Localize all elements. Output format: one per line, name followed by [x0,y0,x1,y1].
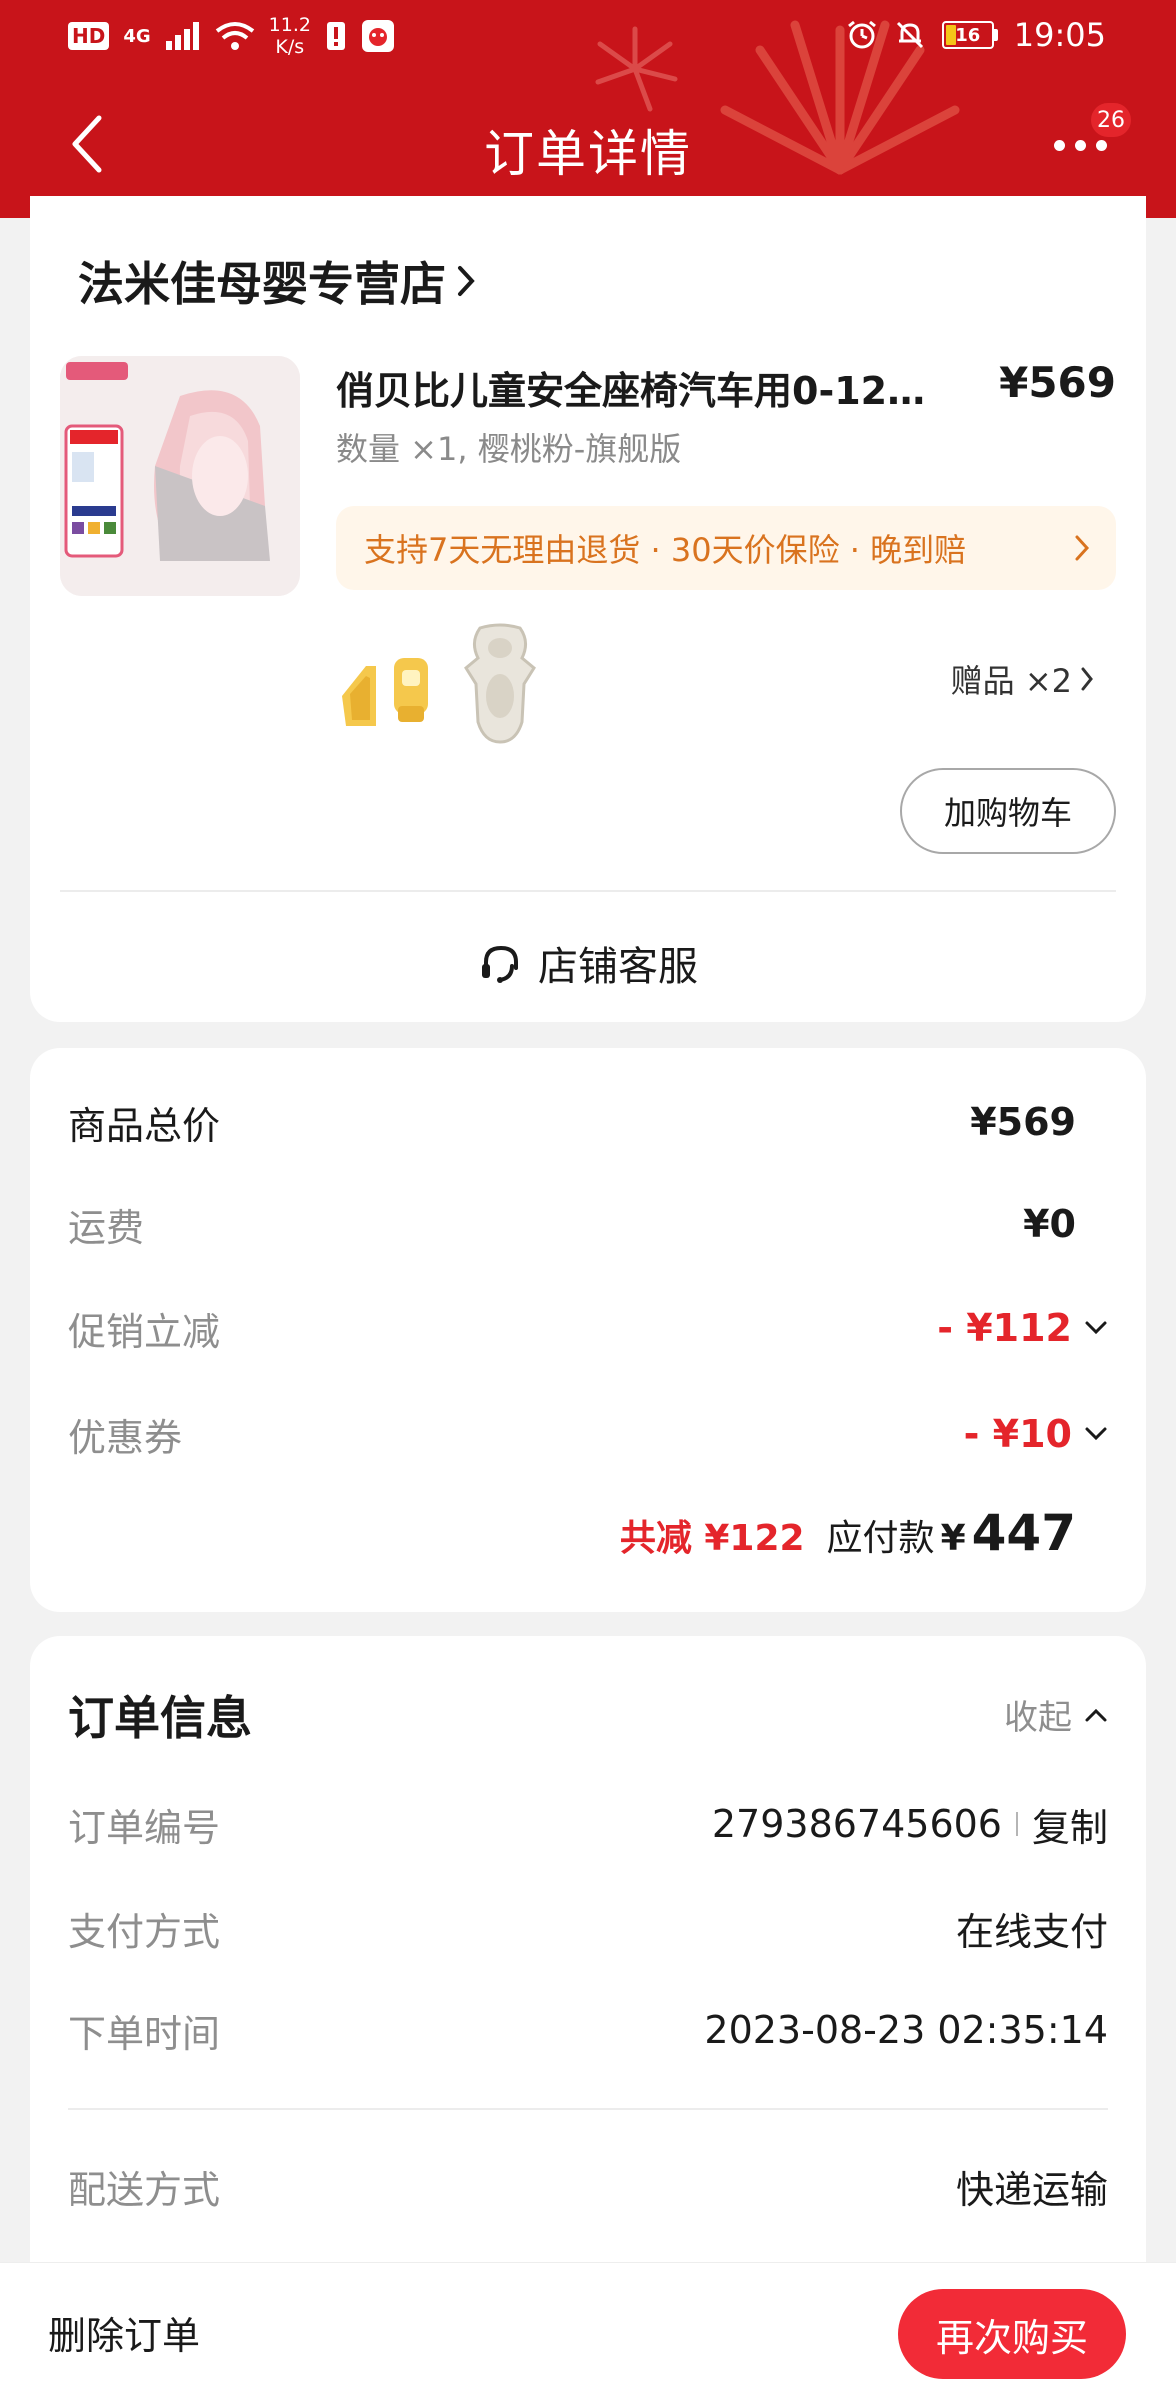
price-row-value: ¥569 [970,1100,1076,1144]
chevron-up-icon [1085,1708,1107,1721]
order-row-value: 在线支付 [955,1909,1108,1954]
price-row-label: 运费 [68,1205,145,1250]
signal-icon [165,22,199,50]
shop-card: 法米佳母婴专营店 俏贝比儿童安全座椅汽车用0-12… ¥569 数量 ×1, 樱… [30,196,1146,1022]
chevron-right-icon [1081,667,1093,691]
price-row-shipping: 运费 ¥0 [68,1194,1108,1254]
shop-name-link[interactable]: 法米佳母婴专营店 [78,248,476,314]
price-row-coupon[interactable]: 优惠券 - ¥10 [68,1404,1108,1464]
copy-order-number-button[interactable]: 复制 [1032,1797,1108,1852]
more-dot-icon [1053,139,1065,151]
divider [68,2108,1108,2110]
network-label: 4G [123,25,151,47]
price-row-label: 优惠券 [68,1415,183,1460]
speed-value: 11.2 [268,14,311,36]
gift-item-image[interactable] [336,636,440,736]
shop-service-label: 店铺客服 [538,944,698,990]
app-notification-icon [361,20,394,52]
collapse-label: 收起 [1004,1698,1072,1738]
navigation-bar: 订单详情 26 [0,86,1176,206]
divider [60,890,1116,892]
price-row-label: 商品总价 [68,1103,221,1148]
chevron-right-icon [458,266,475,296]
order-info-title: 订单信息 [68,1691,252,1745]
order-number: 279386745606 [711,1802,1002,1846]
clock: 19:05 [1013,16,1106,54]
shipping-value: ¥0 [1023,1202,1076,1246]
total-line: 共减 ¥122 应付款 ¥ 447 [620,1504,1076,1562]
speed-unit: K/s [275,36,305,58]
order-info-card: 订单信息 收起 订单编号 279386745606 复制 支付方式 在线支付 下… [30,1636,1146,2336]
product-price: ¥569 [999,358,1116,407]
order-row-value: 快递运输 [955,2167,1108,2212]
order-row-label: 配送方式 [68,2167,221,2212]
order-row-label: 订单编号 [68,1805,221,1850]
car-seat-image [60,356,300,596]
guarantee-text: 支持7天无理由退货 · 30天价保险 · 晚到赔 [364,531,967,569]
price-row-label: 促销立减 [68,1309,221,1354]
page-title: 订单详情 [484,125,692,183]
price-row-subtotal: 商品总价 ¥569 [68,1092,1108,1152]
battery-indicator: 16 [941,21,998,49]
add-to-cart-button[interactable]: 加购物车 [900,768,1116,854]
amount-due-value: 447 [971,1504,1076,1562]
amount-due: 应付款 ¥ 447 [827,1504,1076,1562]
hd-indicator: HD [68,22,110,50]
status-bar: HD 4G 11.2 K/s 16 19:05 [0,0,1176,72]
price-summary-card: 商品总价 ¥569 运费 ¥0 促销立减 - ¥112 优惠券 - ¥10 共减… [30,1048,1146,1612]
order-row-label: 下单时间 [68,2011,221,2056]
product-title[interactable]: 俏贝比儿童安全座椅汽车用0-12… [336,360,956,415]
alert-icon [326,22,345,50]
order-row-payment: 支付方式 在线支付 [68,1898,1108,1958]
wifi-icon [215,22,254,50]
separator [1015,1812,1018,1836]
app-header: HD 4G 11.2 K/s 16 19:05 订单详情 26 [0,0,1176,218]
delete-order-button[interactable]: 删除订单 [48,2305,200,2360]
headset-icon [482,945,518,983]
mute-bell-icon [896,21,923,49]
chevron-down-icon [1085,1427,1107,1441]
bottom-action-bar: 删除订单 再次购买 [0,2262,1176,2400]
gift-count: 赠品 ×2 [950,662,1072,700]
amount-due-label: 应付款 [826,1518,935,1559]
shop-customer-service-button[interactable]: 店铺客服 [30,928,1146,998]
price-row-promotion[interactable]: 促销立减 - ¥112 [68,1298,1108,1358]
subtotal-value: ¥569 [970,1100,1076,1144]
more-dot-icon [1074,139,1086,151]
price-row-value: - ¥112 [937,1306,1108,1350]
buy-again-button[interactable]: 再次购买 [898,2289,1126,2379]
product-image[interactable] [60,356,300,596]
more-dot-icon [1095,139,1107,151]
service-guarantee-banner[interactable]: 支持7天无理由退货 · 30天价保险 · 晚到赔 [336,506,1116,590]
chevron-right-icon [1075,535,1090,561]
gift-count-link[interactable]: 赠品 ×2 [951,656,1094,702]
battery-level: 16 [955,24,981,46]
coupon-value: - ¥10 [963,1412,1072,1456]
order-row-number: 订单编号 279386745606 复制 [68,1794,1108,1854]
network-speed: 11.2 K/s [269,14,311,58]
price-row-value: ¥0 [1023,1202,1076,1246]
gift-item-image[interactable] [460,622,540,746]
total-saved: 共减 ¥122 [619,1518,805,1559]
order-row-time: 下单时间 2023-08-23 02:35:14 [68,2000,1108,2060]
order-row-value: 279386745606 复制 [712,1797,1108,1852]
order-row-label: 支付方式 [68,1909,221,1954]
price-row-value: - ¥10 [964,1412,1108,1456]
order-row-value: 2023-08-23 02:35:14 [704,2008,1108,2052]
product-spec: 数量 ×1, 樱桃粉-旗舰版 [336,430,682,468]
message-count-badge: 26 [1088,100,1134,140]
collapse-button[interactable]: 收起 [1004,1690,1108,1739]
more-menu-button[interactable]: 26 [1040,100,1134,170]
alarm-icon [847,20,876,49]
order-row-delivery: 配送方式 快递运输 [68,2156,1108,2216]
promotion-value: - ¥112 [937,1306,1072,1350]
amount-due-currency: ¥ [940,1518,966,1559]
shop-name: 法米佳母婴专营店 [78,257,446,311]
chevron-down-icon [1085,1321,1107,1335]
